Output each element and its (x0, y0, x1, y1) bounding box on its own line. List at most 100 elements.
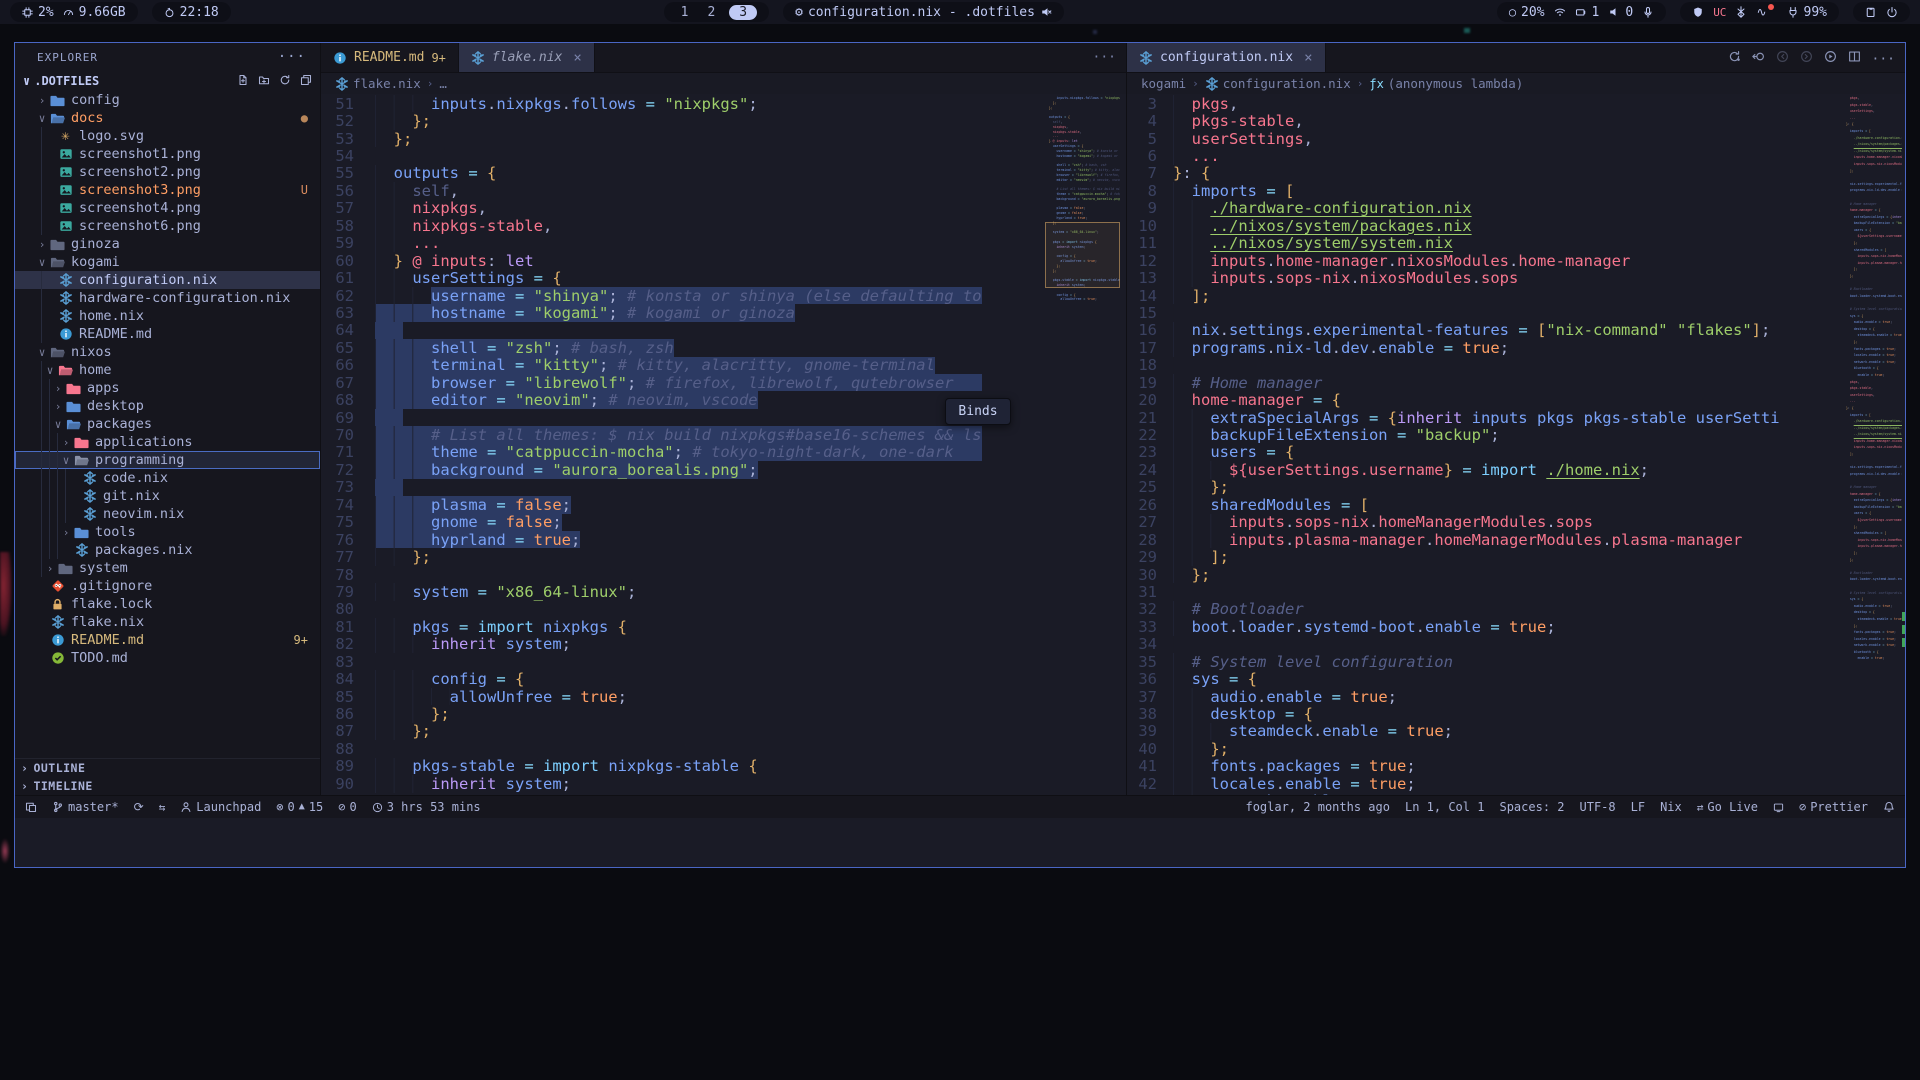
status-problems[interactable]: ⊗0▲15 (276, 800, 323, 814)
status-prettier[interactable]: ⊘Prettier (1799, 800, 1868, 814)
tree-item-system[interactable]: ›system (15, 559, 320, 577)
code-line-81: 81 pkgs = import nixpkgs { (321, 618, 982, 635)
tree-item-label: screenshot2.png (79, 164, 201, 180)
code-line-91: 91 (321, 793, 982, 796)
tab-README.md[interactable]: README.md9+ (321, 43, 459, 72)
workspace-2[interactable]: 2 (702, 5, 720, 20)
editor-configuration-nix[interactable]: 3 pkgs,4 pkgs-stable,5 userSettings,6 ..… (1126, 94, 1905, 795)
tree-item-packages[interactable]: ∨packages (15, 415, 320, 433)
status-remote-window[interactable] (25, 801, 37, 813)
nav-back-button[interactable] (1776, 48, 1789, 67)
nav-forward-button[interactable] (1800, 48, 1813, 67)
status-wakatime[interactable]: 3 hrs 53 mins (372, 800, 481, 814)
tree-item-nixos[interactable]: ∨nixos (15, 343, 320, 361)
breadcrumb-item[interactable]: … (439, 76, 447, 91)
breadcrumb: kogami›configuration.nix›ƒx(anonymous la… (1126, 73, 1905, 94)
status-git-compare[interactable]: ⇆ (159, 802, 166, 813)
tree-item-README.md[interactable]: README.md9+ (15, 631, 320, 649)
tree-item-.gitignore[interactable]: .gitignore (15, 577, 320, 595)
tree-item-code.nix[interactable]: code.nix (15, 469, 320, 487)
new-folder-button[interactable] (258, 74, 270, 89)
timeline-refresh-icon (1728, 50, 1741, 63)
breadcrumb-item[interactable]: kogami (1141, 76, 1186, 91)
status-issues-count[interactable]: ⊘0 (338, 800, 356, 814)
tree-item-screenshot6.png[interactable]: screenshot6.png (15, 217, 320, 235)
tree-item-apps[interactable]: ›apps (15, 379, 320, 397)
outline-section[interactable]: ›OUTLINE (15, 759, 320, 777)
line-number: 68 (321, 391, 375, 409)
breadcrumb-item[interactable]: configuration.nix (1205, 76, 1351, 91)
tree-item-screenshot1.png[interactable]: screenshot1.png (15, 145, 320, 163)
tree-item-ginoza[interactable]: ›ginoza (15, 235, 320, 253)
editor-flake-nix[interactable]: 51 inputs.nixpkgs.follows = "nixpkgs";52… (321, 94, 1126, 795)
line-number: 11 (1127, 234, 1173, 252)
status-browser-preview[interactable] (1773, 802, 1784, 813)
status-go-live[interactable]: ⇄Go Live (1697, 800, 1758, 814)
refresh-button[interactable] (279, 74, 291, 89)
status-notifications[interactable] (1883, 801, 1895, 813)
status-encoding[interactable]: UTF-8 (1580, 800, 1616, 814)
more-button[interactable]: ··· (1872, 48, 1895, 67)
tree-item-applications[interactable]: ›applications (15, 433, 320, 451)
tree-item-programming[interactable]: ∨programming (15, 451, 320, 469)
tab-configuration.nix[interactable]: configuration.nix× (1127, 43, 1326, 72)
code-line-52: 52 }; (321, 112, 982, 129)
collapse-all-button[interactable] (300, 74, 312, 89)
tree-item-README.md[interactable]: README.md (15, 325, 320, 343)
status-git-sync[interactable]: ⟳ (134, 801, 144, 813)
close-icon[interactable]: × (573, 50, 581, 66)
workspace-1[interactable]: 1 (676, 5, 694, 20)
tree-item-home.nix[interactable]: home.nix (15, 307, 320, 325)
timeline-section[interactable]: ›TIMELINE (15, 777, 320, 795)
goto-previous-button[interactable] (1752, 48, 1765, 67)
code-line-29: 29 ]; (1127, 548, 1780, 565)
run-code-button[interactable] (1824, 48, 1837, 67)
tree-item-screenshot4.png[interactable]: screenshot4.png (15, 199, 320, 217)
new-file-button[interactable] (237, 74, 249, 89)
tree-item-logo.svg[interactable]: ✳logo.svg (15, 127, 320, 145)
line-number: 36 (1127, 670, 1173, 688)
tree-item-docs[interactable]: ∨docs● (15, 109, 320, 127)
status-language-mode[interactable]: Nix (1660, 800, 1682, 814)
timeline-refresh-button[interactable] (1728, 48, 1741, 67)
tree-item-tools[interactable]: ›tools (15, 523, 320, 541)
close-icon[interactable]: × (1304, 50, 1312, 66)
tree-item-home[interactable]: ∨home (15, 361, 320, 379)
tree-item-screenshot2.png[interactable]: screenshot2.png (15, 163, 320, 181)
minimap[interactable]: pkgs, pkgs-stable, userSettings, ...}: {… (1846, 96, 1902, 668)
tree-item-neovim.nix[interactable]: neovim.nix (15, 505, 320, 523)
explorer-more-actions-icon[interactable]: ··· (278, 49, 306, 65)
tree-item-kogami[interactable]: ∨kogami (15, 253, 320, 271)
tree-item-hardware-configuration.nix[interactable]: hardware-configuration.nix (15, 289, 320, 307)
status-eol[interactable]: LF (1631, 800, 1645, 814)
hardware-pill: ○20%10 (1497, 2, 1666, 22)
tree-item-git.nix[interactable]: git.nix (15, 487, 320, 505)
tree-item-configuration.nix[interactable]: configuration.nix (15, 271, 320, 289)
status-indentation[interactable]: Spaces: 2 (1499, 800, 1564, 814)
tree-item-packages.nix[interactable]: packages.nix (15, 541, 320, 559)
tree-item-screenshot3.png[interactable]: screenshot3.pngU (15, 181, 320, 199)
more-actions-button[interactable]: ··· (1083, 43, 1126, 72)
workspace-3[interactable]: 3 (729, 5, 757, 20)
nix-icon (335, 77, 349, 91)
split-editor-button[interactable] (1848, 48, 1861, 67)
status-launchpad[interactable]: Launchpad (180, 800, 261, 814)
tree-item-desktop[interactable]: ›desktop (15, 397, 320, 415)
explorer-root-row[interactable]: ∨ .DOTFILES (15, 71, 320, 91)
code-line-88: 88 (321, 740, 982, 757)
status-git-blame[interactable]: foglar, 2 months ago (1245, 800, 1390, 814)
clipboard-item[interactable] (1865, 6, 1877, 18)
status-cursor-position[interactable]: Ln 1, Col 1 (1405, 800, 1484, 814)
line-number: 14 (1127, 287, 1173, 305)
status-git-branch[interactable]: master* (52, 800, 119, 814)
tree-item-TODO.md[interactable]: TODO.md (15, 649, 320, 667)
breadcrumb-item[interactable]: flake.nix (335, 76, 421, 91)
tree-item-label: config (71, 92, 120, 108)
tree-item-flake.lock[interactable]: flake.lock (15, 595, 320, 613)
tree-item-flake.nix[interactable]: flake.nix (15, 613, 320, 631)
tree-item-config[interactable]: ›config (15, 91, 320, 109)
breadcrumb-item[interactable]: ƒx(anonymous lambda) (1369, 76, 1523, 91)
power-item[interactable] (1886, 6, 1898, 18)
tab-flake.nix[interactable]: flake.nix× (459, 43, 595, 72)
tree-item-label: desktop (87, 398, 144, 414)
